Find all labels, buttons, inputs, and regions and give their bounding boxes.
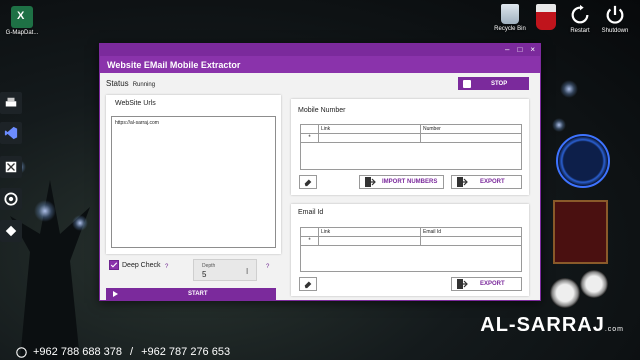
light-orb <box>552 118 566 132</box>
trash-can-icon <box>536 4 556 30</box>
eraser-icon <box>304 281 312 289</box>
brand-name: AL-SARRAJ <box>480 314 605 336</box>
light-orb <box>560 80 578 98</box>
brand-suffix: .com <box>604 326 624 333</box>
phone-separator: / <box>130 346 134 358</box>
website-urls-text: https://al-sarraj.com <box>115 120 159 126</box>
launcher-printer[interactable] <box>0 92 22 114</box>
window-title: Website EMail Mobile Extractor <box>100 56 540 73</box>
deep-check-help[interactable]: ? <box>165 264 168 270</box>
row-marker: * <box>301 134 319 142</box>
maximize-button[interactable]: □ <box>517 45 522 55</box>
checkmark-icon <box>110 262 118 268</box>
deep-check-checkbox[interactable] <box>109 260 119 270</box>
desktop-icon-label: Restart <box>570 28 590 34</box>
depth-label: Depth <box>202 263 216 269</box>
excel-icon: X <box>11 6 33 28</box>
phone-bar: +962 788 688 378 / +962 787 276 653 <box>16 346 230 358</box>
start-label: START <box>188 291 208 297</box>
grid-header: Link Number <box>301 125 521 134</box>
deep-check-label: Deep Check <box>122 262 161 269</box>
start-button[interactable]: START <box>106 288 276 300</box>
minimize-button[interactable]: – <box>505 45 509 55</box>
launcher-visual-studio[interactable] <box>0 122 22 144</box>
power-icon <box>606 5 624 24</box>
desktop-icon-shutdown[interactable]: Shutdown <box>593 4 637 34</box>
stop-label: STOP <box>491 80 508 87</box>
launcher-sourcetree[interactable] <box>0 220 22 242</box>
launcher-excel[interactable] <box>0 156 22 178</box>
text-cursor-icon: I <box>246 267 249 276</box>
restart-icon <box>571 4 589 24</box>
printer-icon <box>5 97 17 107</box>
website-urls-title: WebSite Urls <box>115 100 156 107</box>
grid-cell[interactable] <box>421 237 521 245</box>
grid-corner <box>301 125 319 133</box>
import-numbers-button[interactable]: IMPORT NUMBERS <box>359 175 444 189</box>
stop-button[interactable]: STOP <box>458 77 529 90</box>
export-icon <box>457 279 468 289</box>
whatsapp-icon <box>16 346 27 358</box>
depth-input[interactable]: Depth 5 I <box>193 259 257 281</box>
desktop-icon-gmapdata[interactable]: X G-MapDat... <box>0 6 44 36</box>
stop-icon <box>463 79 471 88</box>
import-icon <box>365 177 376 187</box>
email-export-label: EXPORT <box>480 281 505 287</box>
brand-watermark: AL-SARRAJ.com <box>480 314 624 337</box>
mobile-export-button[interactable]: EXPORT <box>451 175 522 189</box>
close-button[interactable]: × <box>530 45 535 55</box>
email-export-button[interactable]: EXPORT <box>451 277 522 291</box>
status-row: Status Running <box>106 79 155 88</box>
light-orb <box>34 200 56 222</box>
launcher-chrome[interactable] <box>0 188 22 210</box>
grid-new-row[interactable]: * <box>301 134 521 143</box>
mobile-number-grid[interactable]: Link Number * <box>300 124 522 170</box>
status-label: Status <box>106 79 129 88</box>
grid-column-header[interactable]: Link <box>319 228 421 236</box>
desktop-icon-label: Shutdown <box>601 28 629 34</box>
grid-column-header[interactable]: Email Id <box>421 228 521 236</box>
website-urls-input[interactable]: https://al-sarraj.com <box>111 116 276 248</box>
grid-column-header[interactable]: Number <box>421 125 521 133</box>
logo-gadget <box>553 200 608 264</box>
export-icon <box>457 177 468 187</box>
chrome-icon <box>4 192 18 206</box>
clock-gadget <box>556 134 610 188</box>
grid-header: Link Email Id <box>301 228 521 237</box>
phone-number-2: +962 787 276 653 <box>141 346 231 358</box>
import-numbers-label: IMPORT NUMBERS <box>382 179 438 185</box>
email-eraser-button[interactable] <box>299 277 317 291</box>
speedometer-gadget <box>580 270 608 298</box>
depth-help[interactable]: ? <box>266 264 269 270</box>
play-icon <box>113 291 118 297</box>
grid-column-header[interactable]: Link <box>319 125 421 133</box>
grid-new-row[interactable]: * <box>301 237 521 246</box>
excel-file-icon <box>5 161 17 173</box>
phone-number-1: +962 788 688 378 <box>33 346 123 358</box>
mobile-eraser-button[interactable] <box>299 175 317 189</box>
mobile-number-title: Mobile Number <box>298 107 346 114</box>
grid-cell[interactable] <box>319 134 421 142</box>
light-orb <box>72 215 88 231</box>
visual-studio-icon <box>4 126 18 140</box>
recycle-bin-icon <box>501 4 519 24</box>
email-id-title: Email Id <box>298 209 324 216</box>
grid-corner <box>301 228 319 236</box>
window-controls: – □ × <box>100 44 540 56</box>
grid-cell[interactable] <box>421 134 521 142</box>
depth-value: 5 <box>202 270 207 279</box>
email-id-grid[interactable]: Link Email Id * <box>300 227 522 272</box>
grid-cell[interactable] <box>319 237 421 245</box>
diamond-icon <box>5 225 17 237</box>
status-value: Running <box>132 82 156 88</box>
speedometer-gadget <box>550 278 580 308</box>
eraser-icon <box>304 179 312 187</box>
row-marker: * <box>301 237 319 245</box>
desktop-icon-label: Recycle Bin <box>494 26 526 32</box>
mobile-export-label: EXPORT <box>480 179 505 185</box>
desktop-icon-label: G-MapDat... <box>5 30 39 36</box>
